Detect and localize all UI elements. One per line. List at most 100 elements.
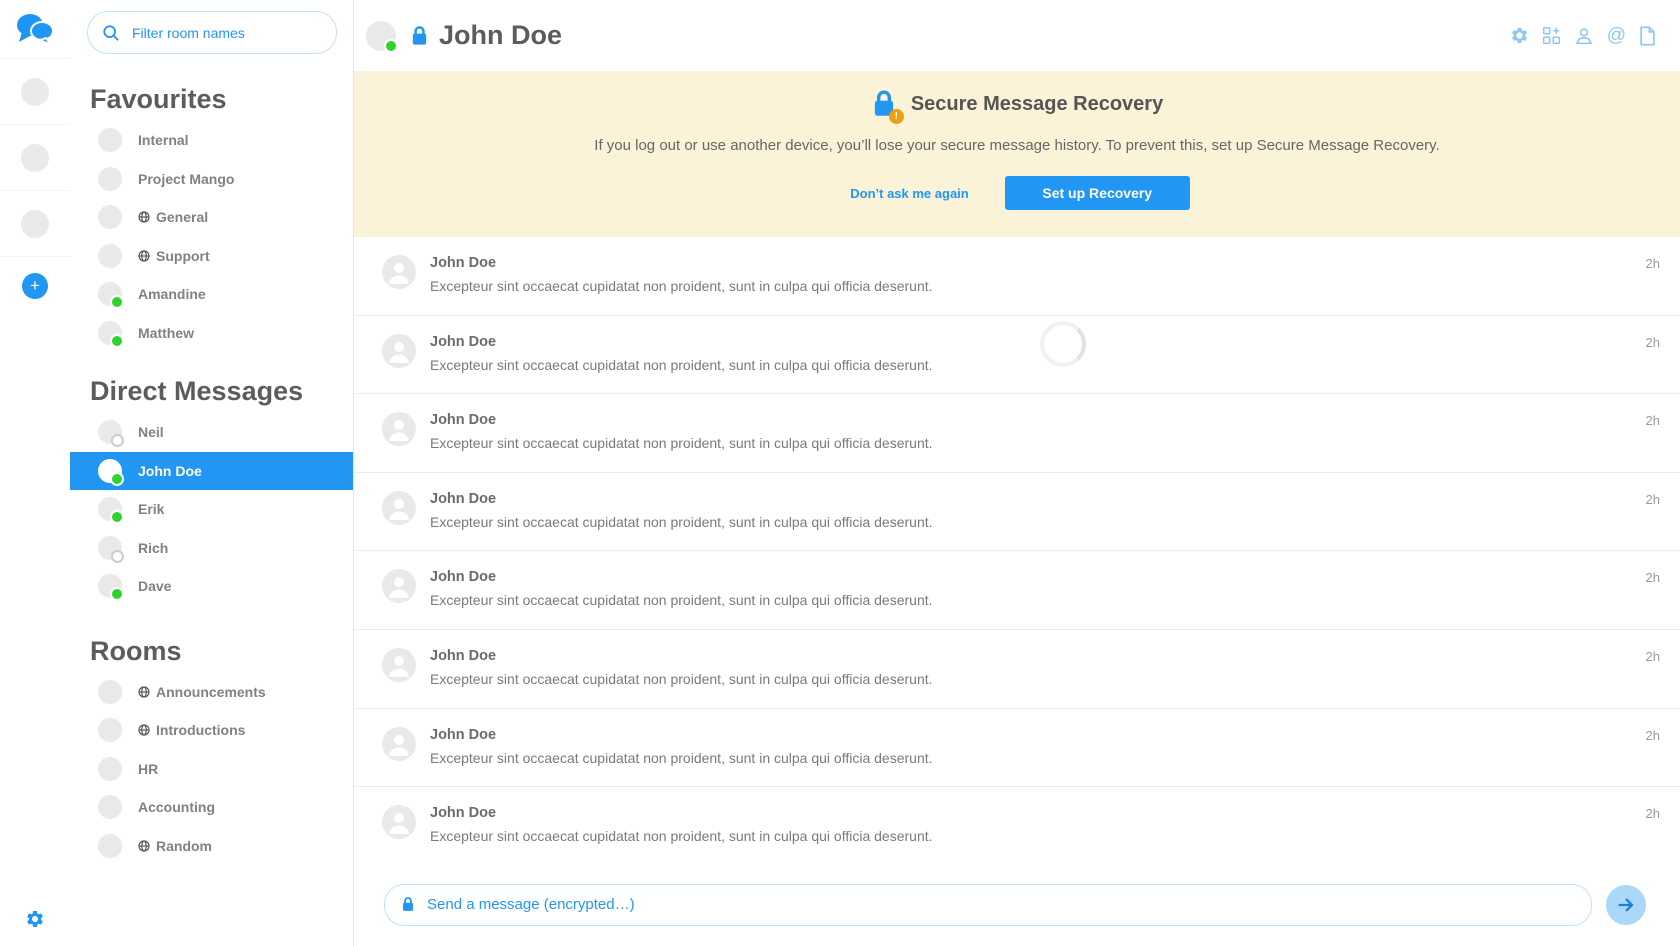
avatar	[98, 834, 122, 858]
avatar	[98, 497, 122, 521]
message[interactable]: John Doe Excepteur sint occaecat cupidat…	[354, 709, 1680, 788]
mention-icon[interactable]: @	[1605, 34, 1628, 38]
message-text: Excepteur sint occaecat cupidatat non pr…	[430, 828, 1646, 844]
avatar	[21, 144, 49, 172]
room-list-item-announcements[interactable]: Announcements	[70, 673, 353, 712]
message[interactable]: John Doe Excepteur sint occaecat cupidat…	[354, 473, 1680, 552]
file-icon[interactable]	[1637, 24, 1658, 48]
room-list-item-neil[interactable]: Neil	[70, 413, 353, 452]
message-sender: John Doe	[430, 412, 1646, 428]
room-sections: Favourites Internal Project Mango	[70, 84, 353, 865]
message-sender: John Doe	[430, 255, 1646, 271]
room-list-item-john-doe[interactable]: John Doe	[70, 452, 353, 491]
loading-spinner	[1040, 321, 1086, 367]
user-avatar-icon	[382, 805, 416, 839]
room-name: Announcements	[156, 684, 266, 700]
section-heading: Rooms	[90, 636, 353, 667]
avatar	[98, 536, 122, 560]
section-heading: Favourites	[90, 84, 353, 115]
rail-avatar-list	[0, 59, 70, 257]
chat-main: John Doe	[354, 0, 1680, 946]
banner-title: Secure Message Recovery	[911, 93, 1163, 116]
message-input[interactable]	[425, 895, 1575, 914]
message-timestamp: 2h	[1646, 413, 1660, 428]
message-timestamp: 2h	[1646, 649, 1660, 664]
message-timestamp: 2h	[1646, 728, 1660, 743]
message-body: John Doe Excepteur sint occaecat cupidat…	[430, 727, 1646, 766]
room-name: Dave	[138, 578, 171, 594]
message-text: Excepteur sint occaecat cupidatat non pr…	[430, 671, 1646, 687]
lock-warning-icon: !	[871, 89, 897, 119]
send-button[interactable]	[1606, 885, 1646, 925]
rail-room-avatar[interactable]	[0, 59, 70, 125]
message-sender: John Doe	[430, 805, 1646, 821]
avatar	[98, 205, 122, 229]
member-icon[interactable]	[1572, 24, 1596, 48]
room-list-item-hr[interactable]: HR	[70, 750, 353, 789]
search-icon	[102, 24, 120, 42]
message[interactable]: John Doe Excepteur sint occaecat cupidat…	[354, 316, 1680, 395]
message-sender: John Doe	[430, 569, 1646, 585]
presence-dot	[111, 434, 124, 447]
presence-dot	[110, 472, 124, 486]
rail-room-avatar[interactable]	[0, 191, 70, 257]
room-name: Amandine	[138, 286, 206, 302]
avatar	[98, 718, 122, 742]
message-timestamp: 2h	[1646, 256, 1660, 271]
message[interactable]: John Doe Excepteur sint occaecat cupidat…	[354, 237, 1680, 316]
message-body: John Doe Excepteur sint occaecat cupidat…	[430, 412, 1646, 451]
message[interactable]: John Doe Excepteur sint occaecat cupidat…	[354, 787, 1680, 866]
message[interactable]: John Doe Excepteur sint occaecat cupidat…	[354, 630, 1680, 709]
composer	[354, 869, 1680, 946]
room-list-item-erik[interactable]: Erik	[70, 490, 353, 529]
apps-add-icon[interactable]	[1540, 24, 1563, 47]
message-body: John Doe Excepteur sint occaecat cupidat…	[430, 255, 1646, 294]
room-list-item-accounting[interactable]: Accounting	[70, 788, 353, 827]
room-list-item-internal[interactable]: Internal	[70, 121, 353, 160]
room-settings-icon[interactable]	[1508, 24, 1531, 47]
avatar	[98, 282, 122, 306]
message-text: Excepteur sint occaecat cupidatat non pr…	[430, 514, 1646, 530]
presence-dot	[110, 587, 124, 601]
presence-dot	[110, 334, 124, 348]
presence-dot	[384, 39, 398, 53]
room-list-item-rich[interactable]: Rich	[70, 529, 353, 568]
chat-title: John Doe	[439, 20, 562, 51]
room-list-sidebar: Favourites Internal Project Mango	[70, 0, 354, 946]
user-avatar-icon	[382, 491, 416, 525]
message-sender: John Doe	[430, 648, 1646, 664]
room-list-item-support[interactable]: Support	[70, 237, 353, 276]
avatar	[98, 244, 122, 268]
send-arrow-icon	[1615, 894, 1637, 916]
banner-actions: Don’t ask me again Set up Recovery	[354, 176, 1680, 210]
room-list-item-dave[interactable]: Dave	[70, 567, 353, 606]
globe-icon	[138, 250, 150, 262]
globe-icon	[138, 211, 150, 223]
message-timestamp: 2h	[1646, 570, 1660, 585]
room-list-item-amandine[interactable]: Amandine	[70, 275, 353, 314]
filter-rooms-input[interactable]	[130, 24, 322, 42]
room-list-item-random[interactable]: Random	[70, 827, 353, 866]
avatar	[98, 420, 122, 444]
settings-gear-icon[interactable]	[25, 909, 45, 932]
message[interactable]: John Doe Excepteur sint occaecat cupidat…	[354, 551, 1680, 630]
message-timeline: John Doe Excepteur sint occaecat cupidat…	[354, 237, 1680, 869]
message-timestamp: 2h	[1646, 335, 1660, 350]
room-list-item-introductions[interactable]: Introductions	[70, 711, 353, 750]
room-list-item-matthew[interactable]: Matthew	[70, 314, 353, 353]
presence-dot	[110, 295, 124, 309]
room-list-item-general[interactable]: General	[70, 198, 353, 237]
add-room-button[interactable]: +	[22, 273, 48, 299]
message[interactable]: John Doe Excepteur sint occaecat cupidat…	[354, 394, 1680, 473]
user-avatar-icon	[382, 648, 416, 682]
warning-badge: !	[889, 109, 904, 124]
globe-icon	[138, 840, 150, 852]
setup-recovery-button[interactable]: Set up Recovery	[1005, 176, 1190, 210]
avatar	[98, 680, 122, 704]
message-timestamp: 2h	[1646, 492, 1660, 507]
message-body: John Doe Excepteur sint occaecat cupidat…	[430, 648, 1646, 687]
dont-ask-again-button[interactable]: Don’t ask me again	[844, 185, 974, 202]
rail-room-avatar[interactable]	[0, 125, 70, 191]
room-list-item-project-mango[interactable]: Project Mango	[70, 160, 353, 199]
section-heading: Direct Messages	[90, 376, 353, 407]
